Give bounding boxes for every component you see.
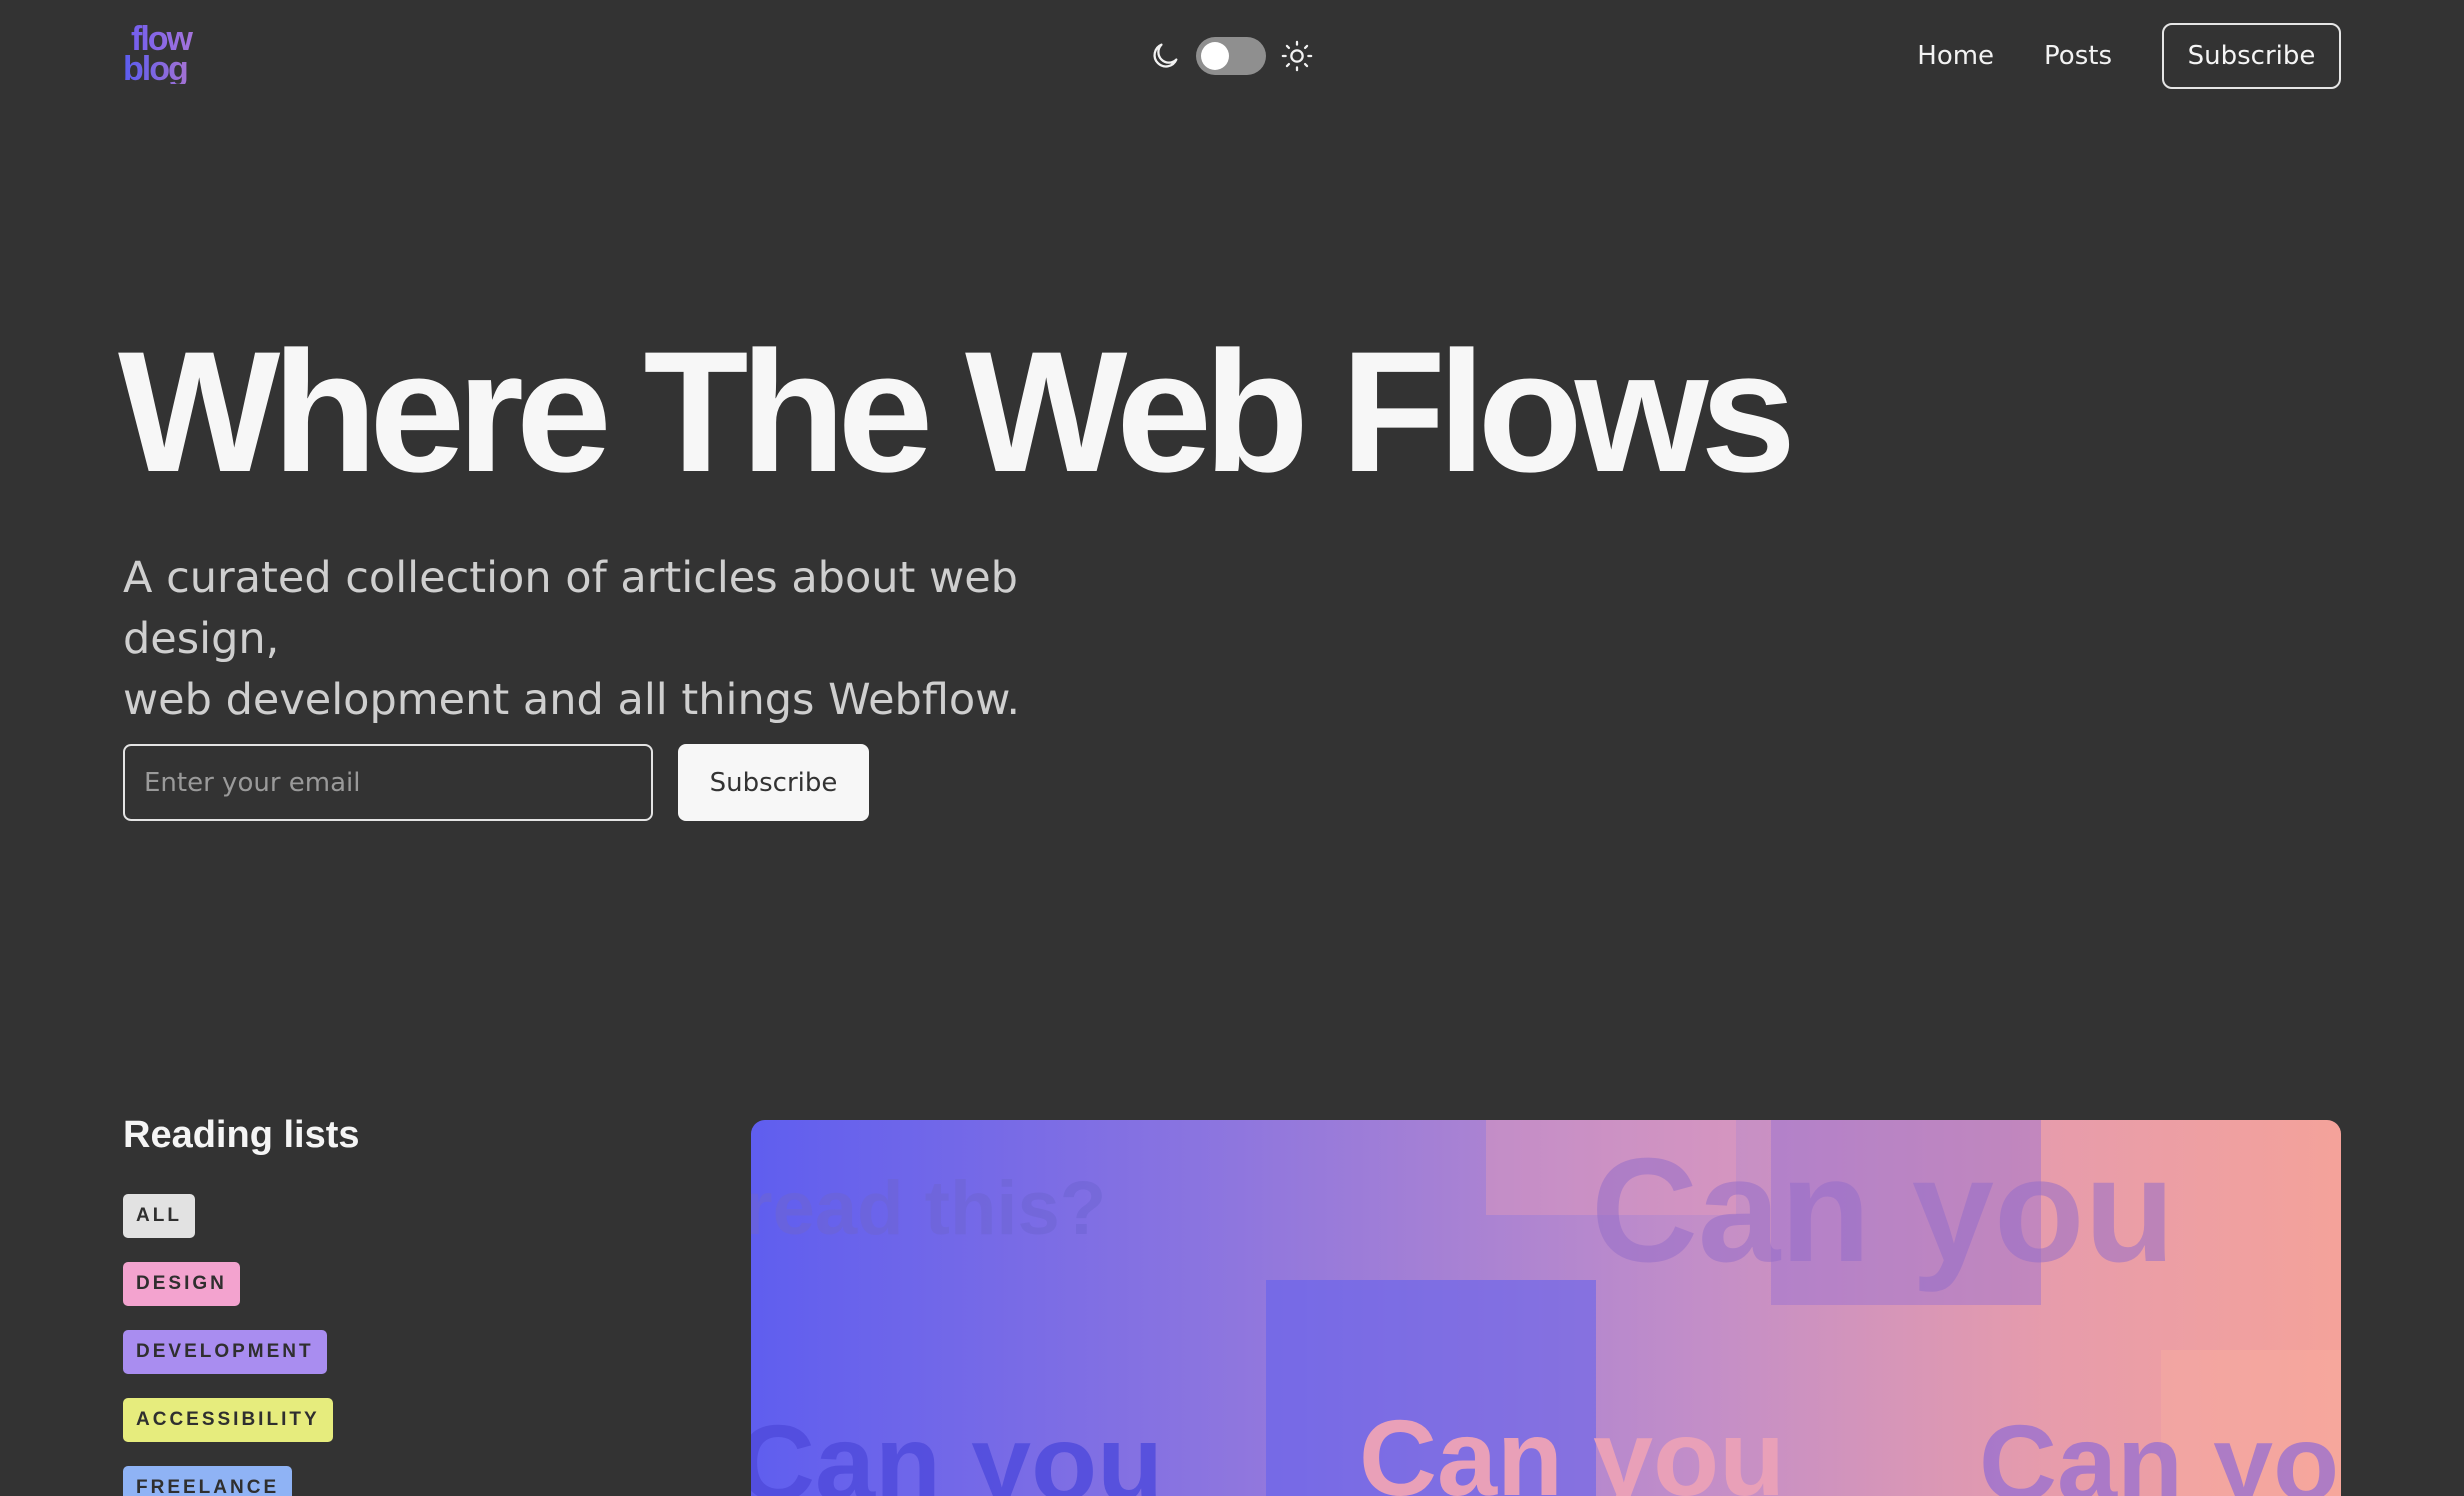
header-subscribe-button[interactable]: Subscribe [2162,23,2341,89]
logo[interactable]: flow blog [123,22,213,90]
theme-switch-knob [1201,42,1229,70]
main-nav: Home Posts Subscribe [1917,23,2341,89]
moon-icon [1148,39,1182,73]
tag-all[interactable]: ALL [123,1194,195,1238]
nav-posts-link[interactable]: Posts [2044,41,2112,71]
sun-icon [1280,39,1314,73]
reading-lists-title: Reading lists [123,1114,360,1156]
logo-line-2: blog [123,52,213,86]
hero-subtitle-line-1: A curated collection of articles about w… [123,553,1018,664]
hero-subscribe-button[interactable]: Subscribe [678,744,869,821]
featured-post-image[interactable]: read this? Can you Can you Can you Can y… [751,1120,2341,1496]
tag-development[interactable]: DEVELOPMENT [123,1330,327,1374]
hero-subtitle-line-2: web development and all things Webflow. [123,675,1021,725]
nav-home-link[interactable]: Home [1917,41,1994,71]
tag-freelance[interactable]: FREELANCE [123,1466,293,1496]
tag-design[interactable]: DESIGN [123,1262,240,1306]
card-text: Can you [1359,1397,1786,1496]
card-text: read this? [751,1166,1107,1251]
tag-accessibility[interactable]: ACCESSIBILITY [123,1398,333,1442]
card-text: Can you [1591,1128,2175,1293]
hero-subtitle: A curated collection of articles about w… [123,548,1173,731]
email-input[interactable] [123,744,653,821]
theme-toggle[interactable] [1148,32,1314,80]
hero-title: Where The Web Flows [118,316,1796,508]
theme-switch[interactable] [1196,37,1266,75]
card-text: Can you [751,1402,1164,1496]
reading-list-tags: ALL DESIGN DEVELOPMENT ACCESSIBILITY FRE… [123,1194,333,1496]
card-text: Can yo [1979,1402,2340,1496]
